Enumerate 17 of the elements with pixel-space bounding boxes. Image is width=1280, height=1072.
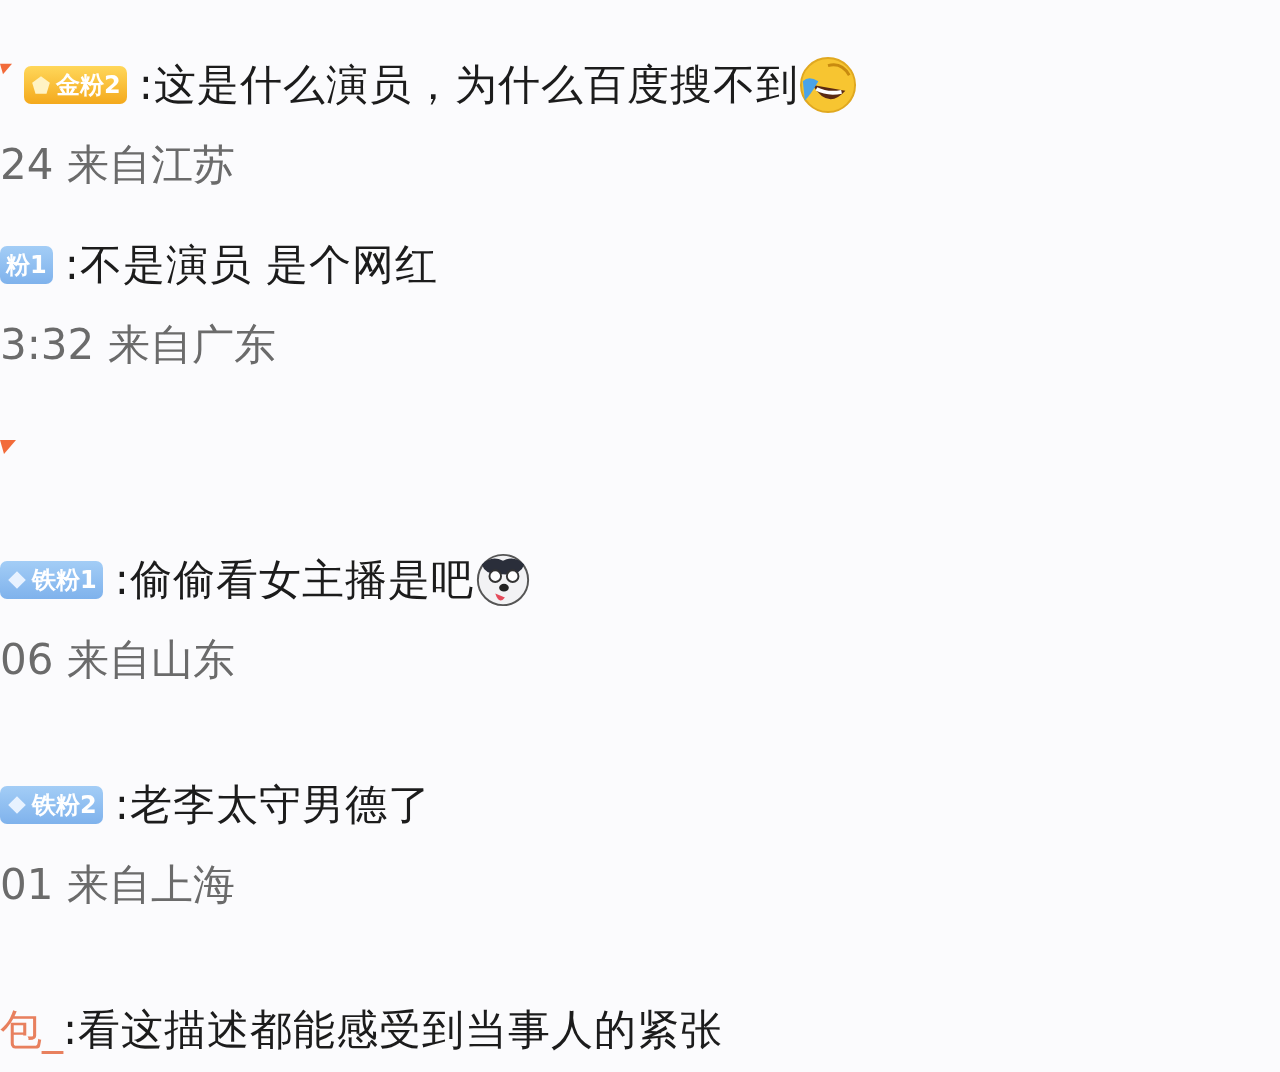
diamond-icon: [6, 794, 28, 816]
comment-text: :老李太守男德了: [114, 779, 431, 831]
fan-badge[interactable]: 粉1: [0, 246, 53, 284]
comment-meta: 24 来自江苏: [0, 139, 236, 191]
gem-icon: [30, 74, 52, 96]
comment-text: :不是演员 是个网红: [64, 239, 439, 291]
diamond-icon: [6, 569, 28, 591]
comment-meta: 06 来自山东: [0, 634, 236, 686]
username-link[interactable]: 包_: [0, 1002, 63, 1058]
comment-text: :看这描述都能感受到当事人的紧张: [63, 1004, 724, 1056]
fan-badge[interactable]: 金粉2: [24, 66, 127, 104]
comment-text: :偷偷看女主播是吧: [114, 554, 474, 606]
fan-badge[interactable]: 铁粉1: [0, 561, 103, 599]
comment-meta: 3:32 来自广东: [0, 319, 277, 371]
comment-text: :这是什么演员，为什么百度搜不到: [138, 59, 799, 111]
comment-meta: 01 来自上海: [0, 859, 236, 911]
fan-badge[interactable]: 铁粉2: [0, 786, 103, 824]
